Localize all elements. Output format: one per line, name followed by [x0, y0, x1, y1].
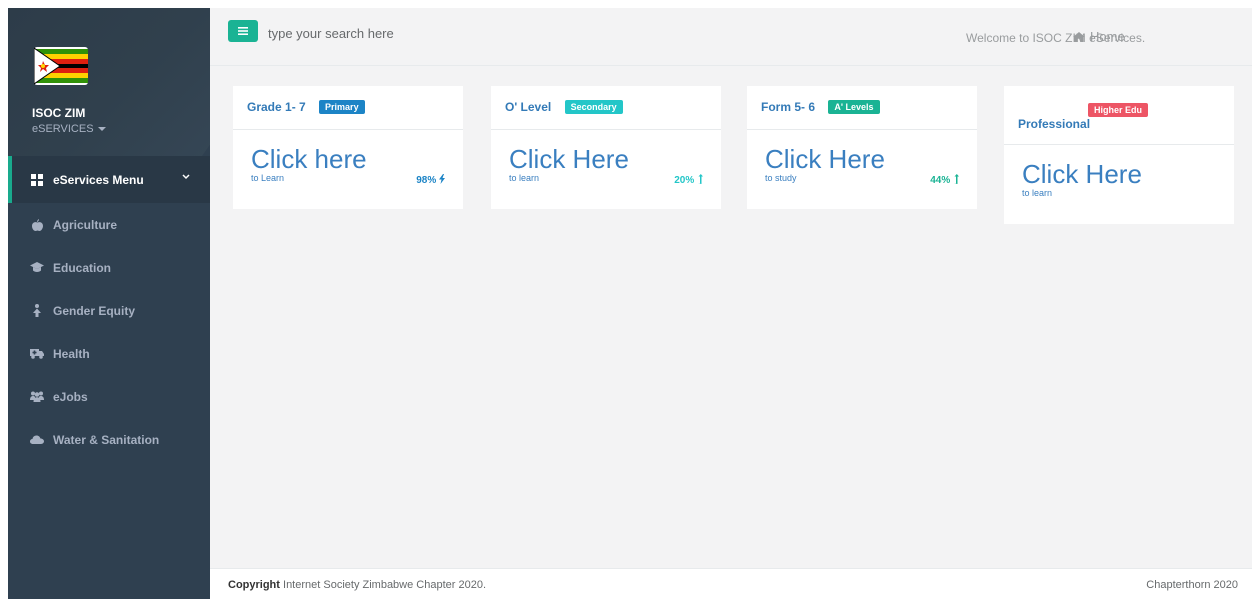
card-stat: 44%	[930, 174, 959, 186]
sidebar-nav: eServices Menu Agriculture Education Gen…	[8, 156, 210, 461]
menu-toggle-button[interactable]	[228, 20, 258, 42]
search-input[interactable]	[268, 22, 568, 44]
apple-icon	[30, 218, 44, 232]
bolt-icon	[439, 174, 445, 184]
sidebar-item-health[interactable]: Health	[8, 332, 210, 375]
brand-subtitle-dropdown[interactable]: eSERVICES	[32, 123, 106, 135]
click-here-link[interactable]: Click Here	[765, 130, 959, 175]
sidebar-header: ISOC ZIM eSERVICES	[8, 8, 210, 156]
card-stat-value: 44%	[930, 175, 951, 186]
card-body: Click Here to learn 20%	[491, 130, 721, 186]
card-professional: Higher Edu Professional Click Here to le…	[1004, 86, 1234, 224]
level-up-icon	[954, 174, 959, 184]
card-title-text: O' Level	[505, 100, 552, 114]
card-stat-value: 20%	[674, 175, 695, 186]
card-title: O' Level Secondary	[491, 86, 721, 130]
card-stat: 98%	[416, 174, 445, 186]
brand-subtitle: eSERVICES	[32, 123, 94, 135]
ambulance-icon	[30, 347, 44, 361]
sidebar-item-label: Health	[53, 346, 90, 361]
sidebar: ISOC ZIM eSERVICES eServices Menu Agricu…	[8, 8, 210, 599]
copyright-text: Internet Society Zimbabwe Chapter 2020.	[279, 579, 487, 591]
badge-primary: Primary	[319, 100, 365, 114]
sidebar-item-label: Gender Equity	[53, 303, 136, 318]
card-title: Higher Edu Professional	[1004, 86, 1234, 145]
level-up-icon	[698, 174, 703, 184]
graduation-cap-icon	[30, 261, 44, 275]
card-grade-1-7: Grade 1- 7 Primary Click here to Learn 9…	[233, 86, 463, 209]
sidebar-item-gender-equity[interactable]: Gender Equity	[8, 289, 210, 332]
cloud-icon	[30, 433, 44, 447]
copyright-label: Copyright	[228, 579, 280, 591]
bars-icon	[238, 27, 248, 35]
sidebar-item-label: eServices Menu	[53, 172, 144, 187]
sidebar-item-label: Water & Sanitation	[53, 432, 160, 447]
sidebar-item-eservices-menu[interactable]: eServices Menu	[8, 156, 210, 203]
sidebar-item-label: eJobs	[53, 389, 88, 404]
card-body: Click here to Learn 98%	[233, 130, 463, 186]
footer-copyright: Copyright Internet Society Zimbabwe Chap…	[228, 579, 486, 591]
card-stat: 20%	[674, 174, 703, 186]
home-label: Home	[1090, 29, 1125, 44]
sidebar-item-label: Education	[53, 260, 112, 275]
top-navbar: Welcome to ISOC ZIM eServices. Home	[210, 8, 1252, 66]
sidebar-item-water-sanitation[interactable]: Water & Sanitation	[8, 418, 210, 461]
sidebar-item-education[interactable]: Education	[8, 246, 210, 289]
sidebar-item-agriculture[interactable]: Agriculture	[8, 203, 210, 246]
badge-a-levels: A' Levels	[828, 100, 880, 114]
click-here-link[interactable]: Click Here	[1022, 145, 1216, 190]
card-title: Grade 1- 7 Primary	[233, 86, 463, 130]
users-icon	[30, 390, 44, 404]
footer: Copyright Internet Society Zimbabwe Chap…	[210, 568, 1252, 599]
home-link[interactable]: Home	[1073, 29, 1125, 44]
footer-credit: Chapterthorn 2020	[1146, 579, 1238, 591]
caret-down-icon	[97, 127, 106, 132]
badge-secondary: Secondary	[564, 100, 623, 114]
card-title-text: Grade 1- 7	[247, 100, 306, 114]
card-title-text: Professional	[1018, 117, 1091, 131]
card-title: Form 5- 6 A' Levels	[747, 86, 977, 130]
brand-name: ISOC ZIM	[32, 106, 86, 120]
card-body: Click Here to study 44%	[747, 130, 977, 186]
card-form-5-6: Form 5- 6 A' Levels Click Here to study …	[747, 86, 977, 209]
female-icon	[30, 304, 44, 318]
zimbabwe-flag-logo	[34, 47, 88, 85]
sidebar-item-ejobs[interactable]: eJobs	[8, 375, 210, 418]
card-o-level: O' Level Secondary Click Here to learn 2…	[491, 86, 721, 209]
badge-higher-edu: Higher Edu	[1088, 103, 1149, 117]
home-icon	[1073, 31, 1085, 42]
main-content: Grade 1- 7 Primary Click here to Learn 9…	[210, 66, 1252, 568]
card-body: Click Here to learn	[1004, 145, 1234, 198]
chevron-down-icon	[182, 174, 190, 180]
th-large-icon	[30, 173, 44, 187]
card-title-text: Form 5- 6	[761, 100, 816, 114]
click-here-link[interactable]: Click Here	[509, 130, 703, 175]
card-stat-value: 98%	[416, 175, 437, 186]
click-here-link[interactable]: Click here	[251, 130, 445, 175]
sidebar-item-label: Agriculture	[53, 217, 118, 232]
